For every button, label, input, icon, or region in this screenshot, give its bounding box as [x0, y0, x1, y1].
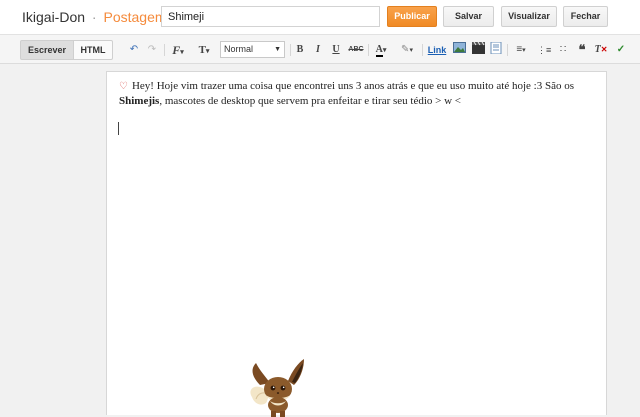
toolbar-divider: [290, 44, 291, 56]
post-body[interactable]: ♡ Hey! Hoje vim trazer uma coisa que enco…: [119, 79, 599, 109]
video-icon[interactable]: [471, 41, 485, 58]
image-icon[interactable]: [452, 42, 466, 58]
html-mode-tab[interactable]: HTML: [73, 40, 113, 60]
font-size-icon[interactable]: T▾: [193, 42, 215, 58]
font-family-icon[interactable]: F▾: [168, 42, 188, 58]
spellcheck-icon[interactable]: ✓: [614, 42, 628, 58]
breadcrumb-separator: ·: [91, 9, 97, 25]
remove-format-icon[interactable]: T✕: [594, 42, 608, 58]
align-icon[interactable]: ≡▾: [511, 42, 531, 58]
bold-icon[interactable]: B: [294, 42, 306, 58]
strikethrough-icon[interactable]: ABC: [348, 42, 364, 58]
shimeji-mascot[interactable]: [248, 355, 310, 417]
numbered-list-icon[interactable]: ⋮≡: [537, 42, 551, 58]
bulleted-list-icon[interactable]: ∷: [556, 42, 570, 58]
toolbar-divider: [368, 44, 369, 56]
post-text-bold: Shimejis: [119, 95, 160, 107]
editor-toolbar: Escrever HTML ↶ ↷ F▾ T▾ Normal ▼ B I U AB…: [0, 34, 640, 64]
breadcrumb: Ikigai-Don · Postagem: [22, 9, 167, 25]
post-editor[interactable]: ♡ Hey! Hoje vim trazer uma coisa que enco…: [106, 71, 607, 417]
blog-name[interactable]: Ikigai-Don: [22, 9, 85, 25]
chevron-down-icon: ▼: [274, 46, 281, 53]
post-title-input[interactable]: [161, 6, 380, 27]
redo-icon[interactable]: ↷: [145, 42, 159, 58]
text-color-icon[interactable]: A▾: [371, 42, 391, 58]
highlight-icon[interactable]: ✎▾: [397, 42, 417, 58]
post-text-outro: , mascotes de desktop que servem pra enf…: [159, 95, 462, 107]
toolbar-divider: [507, 44, 508, 56]
undo-icon[interactable]: ↶: [127, 42, 141, 58]
format-select[interactable]: Normal ▼: [220, 41, 285, 58]
format-select-value: Normal: [224, 44, 254, 54]
text-cursor: [118, 122, 119, 135]
italic-icon[interactable]: I: [312, 42, 324, 58]
jump-break-icon[interactable]: [489, 41, 503, 58]
heart-icon: ♡: [119, 81, 128, 92]
toolbar-divider: [164, 44, 165, 56]
save-button[interactable]: Salvar: [443, 6, 494, 27]
link-button[interactable]: Link: [427, 42, 447, 58]
top-bar: Ikigai-Don · Postagem Publicar Salvar Vi…: [0, 0, 640, 34]
preview-button[interactable]: Visualizar: [501, 6, 557, 27]
section-label: Postagem: [103, 9, 167, 25]
publish-button[interactable]: Publicar: [387, 6, 437, 27]
underline-icon[interactable]: U: [330, 42, 342, 58]
post-text-intro: Hey! Hoje vim trazer uma coisa que encon…: [131, 80, 574, 92]
close-button[interactable]: Fechar: [563, 6, 608, 27]
toolbar-divider: [422, 44, 423, 56]
compose-mode-tab[interactable]: Escrever: [20, 40, 74, 60]
quote-icon[interactable]: ❝: [575, 42, 589, 58]
